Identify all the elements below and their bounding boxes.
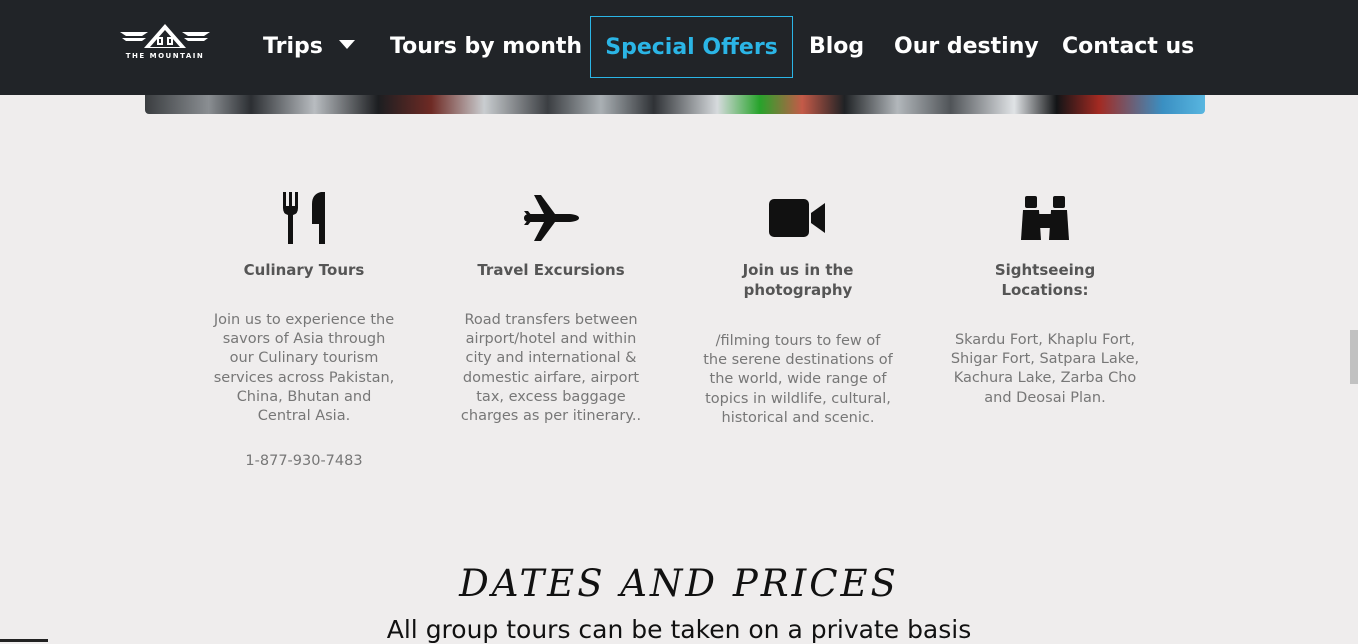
feature-photography: Join us in the photography /filming tour… — [703, 190, 893, 428]
nav-item-our-destiny[interactable]: Our destiny — [894, 16, 1039, 78]
nav-item-label: Our destiny — [894, 34, 1039, 59]
feature-sightseeing-locations: Sightseeing Locations: Skardu Fort, Khap… — [950, 190, 1140, 408]
feature-description: Join us to experience the savors of Asia… — [213, 312, 395, 425]
nav-item-label: Trips — [263, 34, 323, 59]
feature-title: Culinary Tours — [243, 261, 365, 279]
nav-item-special-offers[interactable]: Special Offers — [590, 16, 793, 78]
caret-down-icon — [338, 40, 355, 49]
nav-item-tours-by-month[interactable]: Tours by month — [390, 16, 582, 78]
feature-title: Join us in the photography — [742, 261, 854, 299]
feature-culinary-tours: Culinary Tours Join us to experience the… — [209, 190, 399, 469]
feature-title: Sightseeing Locations: — [994, 261, 1096, 299]
hero-image — [145, 95, 1205, 114]
nav-item-trips[interactable]: Trips — [263, 16, 355, 78]
nav-item-label: Blog — [809, 34, 865, 59]
phone-number[interactable]: 1-877-930-7483 — [209, 453, 399, 469]
nav-item-label: Contact us — [1062, 34, 1195, 59]
section-subtitle: All group tours can be taken on a privat… — [386, 615, 972, 644]
scrollbar-thumb[interactable] — [1350, 330, 1358, 384]
video-camera-icon — [703, 190, 893, 246]
logo-text: THE MOUNTAIN — [125, 52, 205, 60]
site-logo[interactable]: THE MOUNTAIN — [118, 22, 212, 62]
nav-item-label: Special Offers — [605, 35, 778, 60]
feature-title: Travel Excursions — [477, 261, 625, 279]
nav-item-blog[interactable]: Blog — [809, 16, 864, 78]
mountain-logo-icon — [120, 24, 210, 48]
plane-icon — [456, 190, 646, 246]
feature-travel-excursions: Travel Excursions Road transfers between… — [456, 190, 646, 426]
top-navbar: THE MOUNTAIN Trips Tours by month Specia… — [0, 0, 1358, 95]
nav-item-label: Tours by month — [390, 34, 583, 59]
binoculars-icon — [950, 190, 1140, 246]
feature-description: Road transfers between airport/hotel and… — [460, 312, 642, 425]
section-title: DATES AND PRICES — [459, 562, 899, 605]
feature-description: /filming tours to few of the serene dest… — [703, 333, 893, 426]
nav-item-contact-us[interactable]: Contact us — [1062, 16, 1194, 78]
utensils-icon — [209, 190, 399, 246]
feature-description: Skardu Fort, Khaplu Fort, Shigar Fort, S… — [950, 332, 1140, 406]
